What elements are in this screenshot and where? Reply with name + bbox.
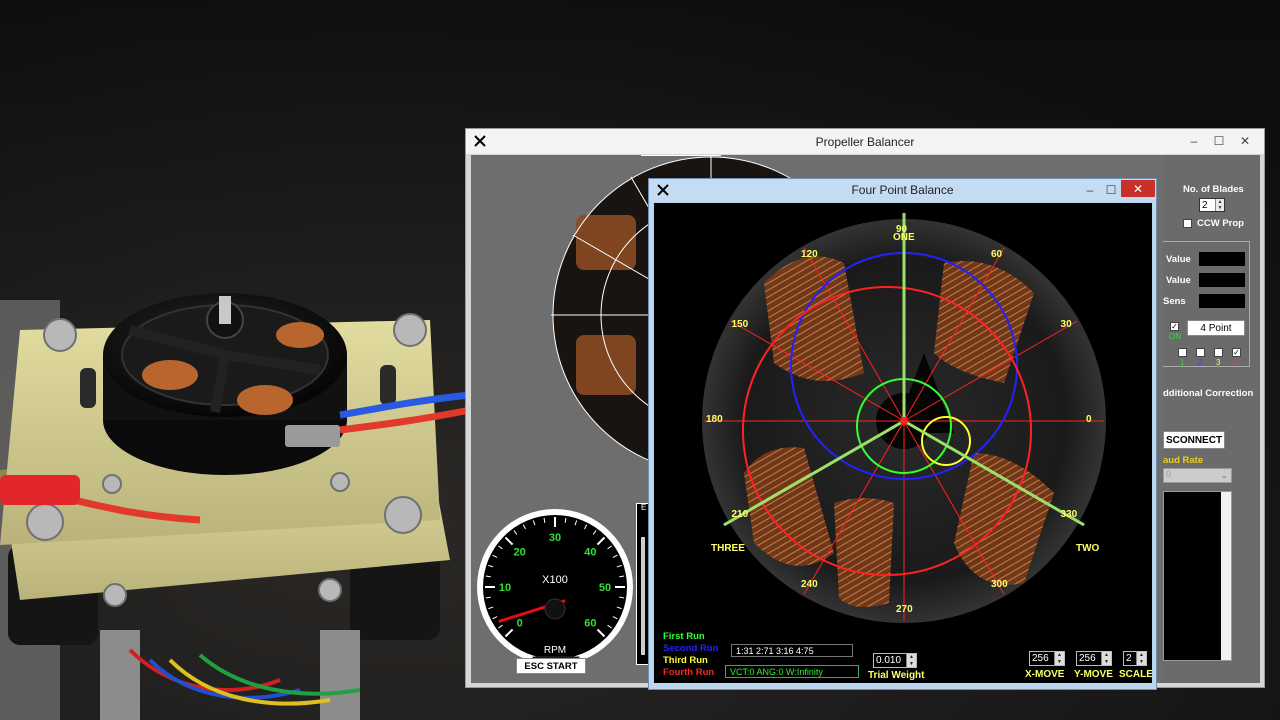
center-dot — [900, 417, 908, 425]
blades-spinner[interactable]: 2 ▲ ▼ — [1199, 198, 1225, 212]
value-label-1: Value — [1166, 254, 1191, 265]
angle-label-120: 120 — [801, 249, 818, 261]
close-button[interactable]: ✕ — [1232, 132, 1258, 150]
angle-label-30: 30 — [1060, 319, 1072, 330]
scale-label: SCALE — [1119, 669, 1152, 680]
sens-display — [1199, 294, 1245, 308]
angle-label-210: 210 — [731, 509, 749, 520]
value-display-2 — [1199, 273, 1245, 287]
log-textbox[interactable] — [1163, 491, 1232, 661]
x-move-value: 256 — [1032, 653, 1049, 664]
value-label-2: Value — [1166, 275, 1191, 286]
angle-label-270: 270 — [896, 604, 913, 615]
ccw-prop-label: CCW Prop — [1197, 218, 1244, 229]
legend-fourth-run: Fourth Run — [663, 667, 715, 678]
run-readout: 1:31 2:71 3:16 4:75 — [731, 644, 853, 657]
maximize-button[interactable]: ☐ — [1206, 132, 1232, 150]
on-checkbox[interactable]: ✓ — [1170, 322, 1179, 331]
baud-rate-select[interactable]: 0 ⌄ — [1163, 468, 1232, 483]
baud-rate-value: 0 — [1166, 469, 1172, 479]
y-move-label: Y-MOVE — [1074, 669, 1113, 680]
gauge-tick-label-20: 20 — [514, 547, 526, 559]
value-display-1 — [1199, 252, 1245, 266]
log-scrollbar[interactable] — [1221, 492, 1231, 660]
run-checkbox-1[interactable] — [1178, 348, 1187, 357]
gauge-tick-label-50: 50 — [599, 582, 611, 594]
trial-weight-spinner[interactable]: 0.010 ▲ ▼ — [873, 653, 917, 668]
gauge-tick-label-0: 0 — [517, 617, 523, 629]
disconnect-button[interactable]: SCONNECT — [1163, 431, 1225, 449]
angle-label-60: 60 — [991, 249, 1003, 261]
propeller-icon — [474, 135, 486, 147]
angle-label-240: 240 — [801, 578, 818, 590]
rpm-gauge: 0 10 20 30 40 50 60 X100 RPM — [477, 509, 633, 665]
x-move-label: X-MOVE — [1025, 669, 1065, 680]
run-checkbox-2[interactable] — [1196, 348, 1205, 357]
angle-label-180: 180 — [706, 414, 723, 425]
legend-third-run: Third Run — [663, 655, 708, 666]
run-number-2: 2 — [1198, 358, 1203, 367]
y-move-spinner[interactable]: 256 ▲ ▼ — [1076, 651, 1112, 666]
four-point-titlebar[interactable]: Four Point Balance – ☐ ✕ — [649, 179, 1156, 201]
four-point-button[interactable]: 4 Point — [1187, 320, 1245, 336]
blades-label: No. of Blades — [1183, 184, 1244, 195]
gauge-multiplier-label: X100 — [542, 574, 568, 586]
point-two-label: TWO — [1076, 543, 1100, 554]
on-label: ON — [1169, 332, 1181, 341]
gauge-tick-label-30: 30 — [549, 532, 561, 544]
gauge-tick-label-60: 60 — [584, 617, 596, 629]
main-window-title: Propeller Balancer — [815, 134, 915, 149]
baud-rate-label: aud Rate — [1163, 455, 1204, 466]
sens-label: Sens — [1163, 296, 1186, 307]
run-number-4: 4 — [1234, 358, 1239, 367]
point-three-label: THREE — [711, 543, 745, 554]
gauge-unit-label: RPM — [544, 645, 566, 656]
run-number-3: 3 — [1216, 358, 1221, 367]
trial-weight-label: Trial Weight — [868, 670, 925, 681]
chevron-down-icon: ⌄ — [1220, 470, 1228, 480]
close-button[interactable]: ✕ — [1121, 180, 1155, 197]
four-point-window-title: Four Point Balance — [851, 183, 954, 197]
run-checkbox-4[interactable]: ✓ — [1232, 348, 1241, 357]
four-point-balance-window: Four Point Balance – ☐ ✕ 0 30 60 90 120 … — [648, 178, 1157, 690]
angle-label-0: 0 — [1086, 414, 1092, 425]
run-checkbox-3[interactable] — [1214, 348, 1223, 357]
esc-start-button[interactable]: ESC START — [516, 658, 586, 674]
angle-label-330: 330 — [1060, 509, 1078, 520]
gauge-tick-label-10: 10 — [499, 582, 511, 594]
minimize-button[interactable]: – — [1181, 132, 1207, 150]
trial-weight-value: 0.010 — [876, 655, 902, 666]
scale-value: 2 — [1126, 653, 1132, 664]
y-move-value: 256 — [1079, 653, 1096, 664]
x-move-spinner[interactable]: 256 ▲ ▼ — [1029, 651, 1065, 666]
propeller-icon — [657, 184, 669, 196]
point-one-label: ONE — [893, 232, 915, 243]
angle-label-150: 150 — [731, 319, 749, 330]
run-number-1: 1 — [1180, 358, 1185, 367]
legend-first-run: First Run — [663, 631, 705, 642]
gauge-tick-label-40: 40 — [584, 547, 596, 559]
legend-second-run: Second Run — [663, 643, 719, 654]
ccw-prop-checkbox[interactable] — [1183, 219, 1192, 228]
main-titlebar[interactable]: Propeller Balancer – ☐ ✕ — [466, 129, 1264, 154]
vector-readout: VCT:0 ANG:0 W:Infinity — [725, 665, 859, 678]
additional-correction-label: dditional Correction — [1163, 388, 1254, 399]
four-point-canvas[interactable]: 0 30 60 90 120 150 180 210 240 270 300 330 ONE TWO … — [654, 203, 1152, 683]
scale-spinner[interactable]: 2 ▲ ▼ — [1123, 651, 1147, 666]
blades-value: 2 — [1202, 199, 1208, 211]
angle-label-300: 300 — [991, 578, 1008, 590]
signal-graph-label: E — [641, 503, 647, 512]
settings-panel: No. of Blades 2 ▲ ▼ CCW Prop Value Value … — [1163, 155, 1260, 683]
